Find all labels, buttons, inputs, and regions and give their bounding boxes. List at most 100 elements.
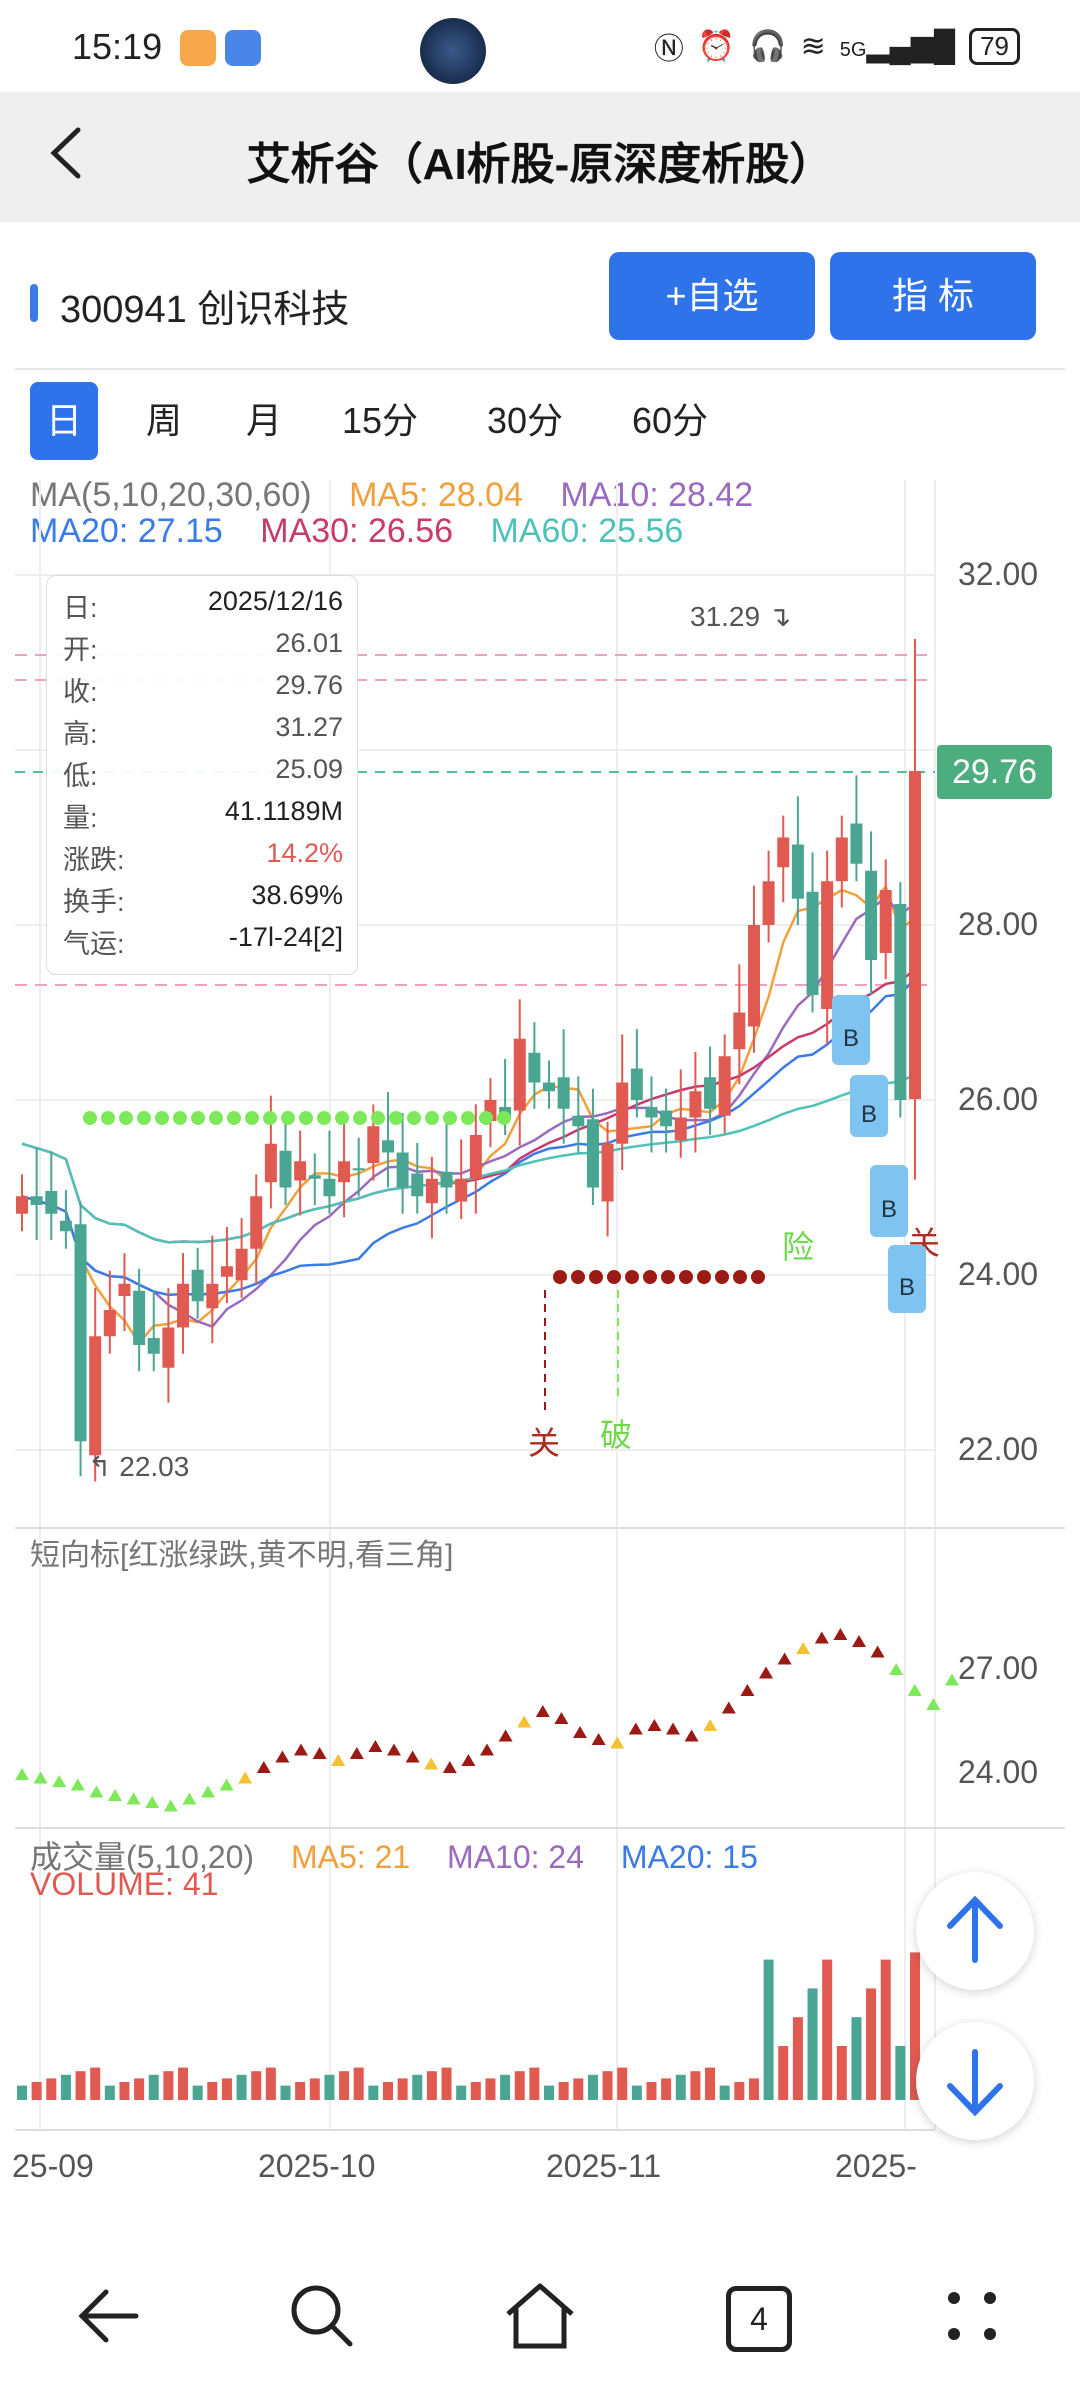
low-price-label: ↰ 22.03 (88, 1451, 190, 1482)
signal-dot-green (137, 1111, 151, 1125)
volume-bar (236, 2074, 247, 2100)
candle-body (835, 837, 848, 882)
candle-body (323, 1178, 336, 1197)
volume-bar (441, 2067, 452, 2100)
scroll-down-button[interactable] (916, 2022, 1034, 2140)
volume-bar (353, 2067, 364, 2100)
candle-body (118, 1283, 131, 1296)
candle-body (718, 1056, 731, 1116)
signal-dot-green (263, 1111, 277, 1125)
volume-bar (60, 2074, 71, 2100)
volume-bar (470, 2082, 481, 2100)
info-row-low: 低: 25.09 (63, 754, 343, 791)
candle-body (338, 1161, 351, 1183)
short-triangle (219, 1778, 234, 1791)
volume-bar (602, 2071, 613, 2100)
buy-marker-1: B (832, 995, 870, 1065)
volume-bar (178, 2067, 189, 2100)
signal-dot-green (281, 1111, 295, 1125)
signal-dot-green (209, 1111, 223, 1125)
candle-body (806, 891, 819, 995)
short-triangle (480, 1743, 494, 1756)
short-triangle (759, 1666, 773, 1679)
short-triangle (294, 1743, 308, 1756)
signal-dot-red (733, 1270, 747, 1284)
signal-dot-red (589, 1270, 603, 1284)
signal-dot-green (119, 1111, 133, 1125)
candle-body (543, 1082, 556, 1092)
candle-body (147, 1338, 160, 1354)
signal-dot-red (643, 1270, 657, 1284)
candle-body (191, 1269, 204, 1302)
volume-bar (75, 2071, 86, 2100)
short-triangle (238, 1771, 253, 1784)
short-triangle (721, 1701, 736, 1714)
volume-bar (251, 2071, 262, 2100)
short-triangle (182, 1792, 197, 1805)
volume-bar (119, 2082, 130, 2100)
short-triangle (907, 1684, 922, 1696)
signal-xian: 险 (782, 1229, 815, 1265)
short-triangle (145, 1796, 160, 1808)
short-triangle (108, 1789, 122, 1801)
signal-dot-green (497, 1111, 511, 1125)
candle-body (30, 1196, 43, 1205)
candle-body (865, 870, 878, 960)
candle-body (264, 1143, 277, 1183)
short-triangle (833, 1628, 848, 1640)
volume-bar (456, 2085, 467, 2100)
signal-dot-green (191, 1111, 205, 1125)
short-triangle (796, 1642, 811, 1654)
short-triangle (15, 1768, 29, 1780)
x-tick-dec: 2025- (835, 2148, 917, 2184)
short-triangle (70, 1778, 85, 1791)
signal-dot-green (173, 1111, 187, 1125)
signal-dot-red (715, 1270, 729, 1284)
candle-body (411, 1173, 424, 1197)
signal-dot-green (227, 1111, 241, 1125)
nav-back-icon[interactable] (68, 2276, 148, 2356)
volume-bar (163, 2071, 174, 2100)
signal-dot-green (443, 1111, 457, 1125)
signal-dot-green (317, 1111, 331, 1125)
volume-bar (587, 2074, 598, 2100)
signal-dot-red (679, 1270, 693, 1284)
volume-bar (368, 2085, 379, 2100)
short-triangle (554, 1712, 569, 1724)
candle-body (440, 1171, 453, 1188)
volume-ma10: MA10: 24 (447, 1839, 585, 1875)
short-triangle (926, 1698, 941, 1710)
short-triangle (256, 1761, 271, 1773)
info-row-volume: 量: 41.1189M (63, 796, 343, 833)
volume-bar (514, 2071, 525, 2100)
short-axis-24: 24.00 (958, 1754, 1039, 1790)
candle-body (791, 844, 804, 899)
nav-search-icon[interactable] (282, 2276, 362, 2356)
x-tick-nov: 2025-11 (546, 2148, 662, 2184)
candle-body (586, 1119, 599, 1188)
candle-body (103, 1310, 116, 1337)
candle-body (425, 1178, 438, 1204)
nav-tabs-button[interactable]: 4 (716, 2276, 796, 2356)
short-triangle (89, 1785, 104, 1798)
candle-body (367, 1126, 380, 1163)
nav-home-icon[interactable] (500, 2276, 580, 2356)
candle-body (45, 1191, 58, 1214)
volume-bar (485, 2078, 496, 2100)
signal-dot-red (751, 1270, 765, 1284)
short-triangle (368, 1740, 383, 1752)
candle-body (162, 1327, 175, 1368)
volume-bar (807, 1988, 818, 2100)
short-triangle (814, 1631, 829, 1644)
volume-bar (324, 2074, 335, 2100)
candle-body (733, 1012, 746, 1050)
info-row-open: 开: 26.01 (63, 628, 343, 665)
nav-menu-icon[interactable] (932, 2276, 1012, 2356)
candle-body (59, 1220, 72, 1232)
candle-body (396, 1152, 409, 1188)
scroll-up-button[interactable] (916, 1872, 1034, 1990)
signal-dot-green (425, 1111, 439, 1125)
short-triangle (405, 1750, 420, 1763)
candle-body (469, 1135, 482, 1179)
signal-dot-red (697, 1270, 711, 1284)
